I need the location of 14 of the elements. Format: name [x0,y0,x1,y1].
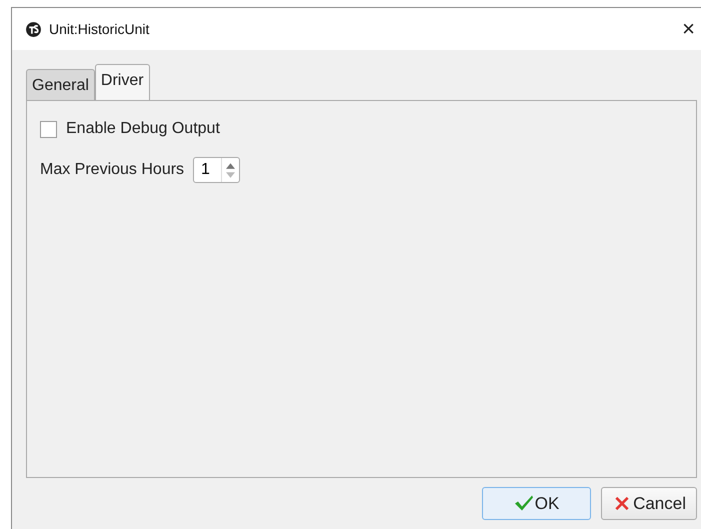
logo-icon [25,20,42,38]
tab[interactable]: General [26,69,95,100]
checkmark-icon [514,495,534,512]
ok-button[interactable]: OK [482,487,592,520]
close-button[interactable]: × [682,18,695,40]
up-arrow-icon[interactable] [226,162,236,168]
tab[interactable]: Driver [94,64,150,100]
field-label: Max Previous Hours [40,161,184,179]
window-title: Unit:HistoricUnit [49,21,150,37]
cancel-button[interactable]: Cancel [601,487,697,520]
checkbox[interactable] [40,120,57,138]
checkbox-label: Enable Debug Output [66,120,220,138]
down-arrow-icon[interactable] [226,172,236,178]
number-spinner[interactable]: 1 [193,157,240,183]
